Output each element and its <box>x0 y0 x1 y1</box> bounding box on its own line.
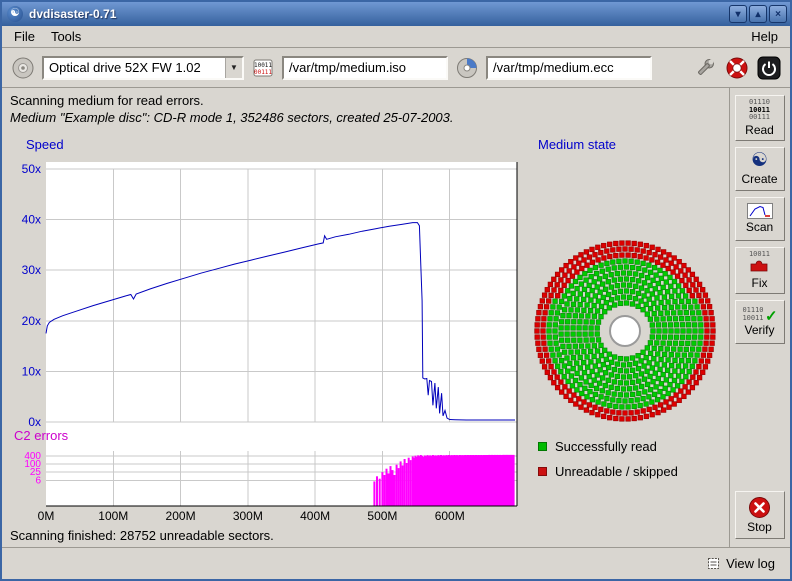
fix-button-label: Fix <box>752 276 768 290</box>
scan-charts: 0x10x20x30x40x50x6251004000M100M200M300M… <box>2 132 729 526</box>
svg-text:10x: 10x <box>22 364 41 378</box>
legend-label-successful: Successfully read <box>555 439 657 454</box>
svg-text:500M: 500M <box>367 509 397 523</box>
svg-text:400M: 400M <box>300 509 330 523</box>
svg-text:0M: 0M <box>38 509 55 523</box>
image-file-icon: 1001100111 <box>250 55 276 81</box>
chevron-down-icon[interactable]: ▼ <box>225 58 242 78</box>
window-title: dvdisaster-0.71 <box>25 7 727 21</box>
menu-tools[interactable]: Tools <box>43 27 89 46</box>
mini-chart-icon <box>747 203 773 219</box>
check-icon: ✓ <box>765 307 778 325</box>
scan-button[interactable]: Scan <box>735 197 785 241</box>
svg-text:100M: 100M <box>98 509 128 523</box>
app-icon: ☯ <box>7 6 23 22</box>
legend-swatch-red <box>538 467 547 476</box>
binary-read-icon: 01110 10011 00111 <box>749 99 770 122</box>
svg-text:20x: 20x <box>22 314 41 328</box>
legend-unreadable: Unreadable / skipped <box>538 464 678 479</box>
svg-text:400: 400 <box>24 451 41 462</box>
yin-yang-icon: ☯ <box>751 151 768 171</box>
svg-text:200M: 200M <box>166 509 196 523</box>
menu-file[interactable]: File <box>6 27 43 46</box>
toolbar: Optical drive 52X FW 1.02 ▼ 1001100111 <box>2 48 790 88</box>
log-icon <box>707 557 720 570</box>
create-button-label: Create <box>741 172 777 186</box>
maximize-icon: ▴ <box>755 9 760 20</box>
scan-info: Scanning medium for read errors. Medium … <box>2 88 729 132</box>
view-log-button[interactable]: View log <box>700 553 782 574</box>
svg-text:0x: 0x <box>28 415 41 429</box>
read-button-label: Read <box>745 123 774 137</box>
lifebuoy-logo-button[interactable] <box>724 55 750 81</box>
menu-help[interactable]: Help <box>743 27 786 46</box>
verify-button-label: Verify <box>744 323 774 337</box>
drive-selector[interactable]: Optical drive 52X FW 1.02 ▼ <box>42 56 244 80</box>
close-button[interactable]: × <box>769 5 787 23</box>
view-log-label: View log <box>726 556 775 571</box>
preferences-wrench-button[interactable] <box>692 55 718 81</box>
stop-x-icon <box>748 496 771 519</box>
content-area: Scanning medium for read errors. Medium … <box>2 88 790 547</box>
legend-label-unreadable: Unreadable / skipped <box>555 464 678 479</box>
svg-text:50x: 50x <box>22 162 41 176</box>
image-file-input[interactable] <box>282 56 448 80</box>
svg-text:10011: 10011 <box>254 62 272 69</box>
dvdisaster-window: ☯ dvdisaster-0.71 ▾ ▴ × File Tools Help … <box>0 0 792 581</box>
close-icon: × <box>775 9 781 20</box>
menubar: File Tools Help <box>2 26 790 48</box>
verify-button[interactable]: 01110 10011 ✓ Verify <box>735 300 785 344</box>
legend-successfully-read: Successfully read <box>538 439 657 454</box>
svg-text:00111: 00111 <box>254 69 272 76</box>
scan-panel: Scanning medium for read errors. Medium … <box>2 88 729 547</box>
puzzle-icon: 10011 <box>749 251 770 276</box>
create-button[interactable]: ☯ Create <box>735 147 785 191</box>
maximize-button[interactable]: ▴ <box>749 5 767 23</box>
stop-button-label: Stop <box>747 520 772 534</box>
scan-info-line2: Medium "Example disc": CD-R mode 1, 3524… <box>10 110 721 125</box>
speed-chart-label: Speed <box>26 137 64 152</box>
svg-text:300M: 300M <box>233 509 263 523</box>
status-text: Scanning finished: 28752 unreadable sect… <box>2 526 729 547</box>
ecc-file-input[interactable] <box>486 56 652 80</box>
drive-icon <box>10 55 36 81</box>
quit-power-button[interactable] <box>756 55 782 81</box>
legend-swatch-green <box>538 442 547 451</box>
c2-errors-label: C2 errors <box>14 428 68 443</box>
fix-button[interactable]: 10011 Fix <box>735 247 785 295</box>
medium-state-label: Medium state <box>538 137 616 152</box>
scan-info-line1: Scanning medium for read errors. <box>10 93 721 108</box>
scan-button-label: Scan <box>746 220 773 234</box>
minimize-button[interactable]: ▾ <box>729 5 747 23</box>
read-button[interactable]: 01110 10011 00111 Read <box>735 95 785 141</box>
titlebar: ☯ dvdisaster-0.71 ▾ ▴ × <box>2 2 790 26</box>
svg-text:600M: 600M <box>435 509 465 523</box>
app-icon-glyph: ☯ <box>10 7 20 19</box>
ecc-file-icon <box>454 55 480 81</box>
binary-check-icon: 01110 10011 ✓ <box>742 307 776 322</box>
action-sidebar: 01110 10011 00111 Read ☯ Create Scan 100… <box>729 88 789 547</box>
drive-selector-value: Optical drive 52X FW 1.02 <box>44 58 225 78</box>
svg-text:40x: 40x <box>22 213 41 227</box>
stop-button[interactable]: Stop <box>735 491 785 539</box>
bottom-bar: View log <box>2 547 790 579</box>
svg-text:30x: 30x <box>22 263 41 277</box>
minimize-icon: ▾ <box>735 9 740 20</box>
